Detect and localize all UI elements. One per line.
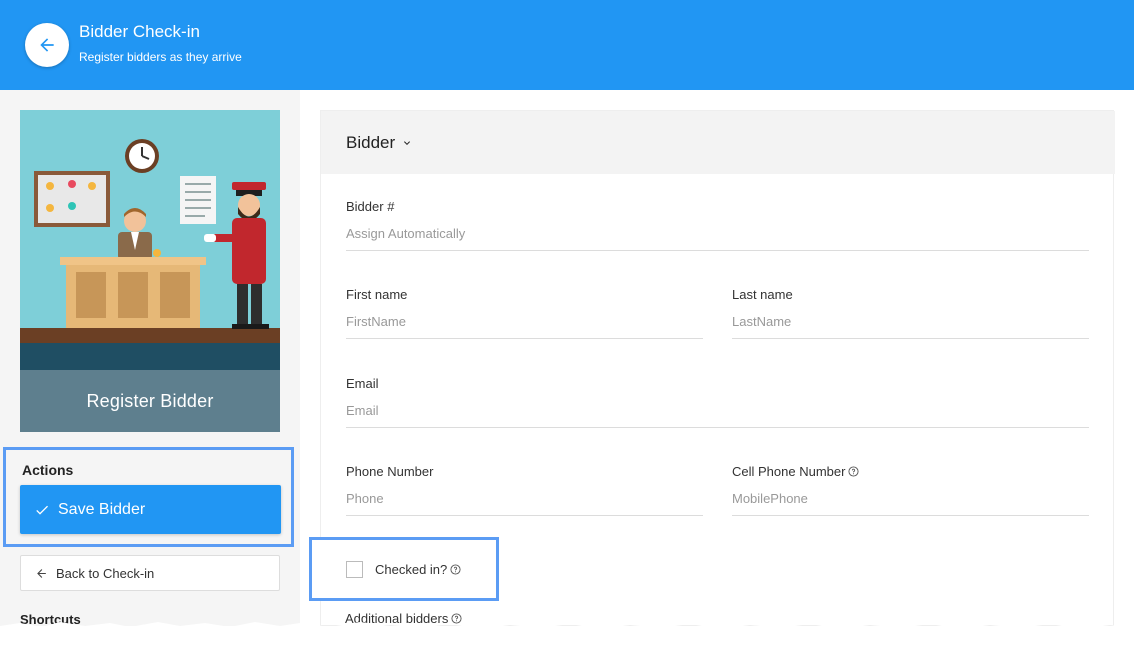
bidder-number-label: Bidder # — [346, 199, 395, 214]
first-name-label: First name — [346, 287, 408, 302]
email-label: Email — [346, 376, 379, 391]
torn-edge-decoration — [0, 622, 1134, 654]
first-name-input[interactable] — [346, 314, 703, 339]
bidder-section-header: Bidder — [321, 111, 1115, 174]
arrow-left-icon — [37, 568, 46, 578]
save-bidder-label: Save Bidder — [58, 500, 146, 518]
save-bidder-button[interactable]: Save Bidder — [20, 485, 281, 534]
actions-panel: Actions Save Bidder — [3, 447, 294, 547]
first-name-field: First name — [346, 287, 703, 339]
email-input[interactable] — [346, 403, 1089, 428]
phone-input[interactable] — [346, 491, 703, 516]
check-icon — [36, 505, 48, 515]
cell-phone-label: Cell Phone Number — [732, 464, 1089, 479]
phone-field: Phone Number — [346, 464, 703, 516]
help-icon[interactable] — [848, 466, 859, 477]
last-name-input[interactable] — [732, 314, 1089, 339]
bidder-section-toggle[interactable]: Bidder — [346, 133, 413, 153]
actions-title: Actions — [22, 462, 74, 478]
back-to-checkin-label: Back to Check-in — [56, 565, 155, 581]
last-name-label: Last name — [732, 287, 793, 302]
bidder-number-input[interactable] — [346, 226, 1089, 251]
arrow-left-icon — [40, 38, 54, 52]
bidder-section-title: Bidder — [346, 133, 396, 152]
app-header: Bidder Check-in Register bidders as they… — [0, 0, 1134, 90]
back-button[interactable] — [25, 23, 69, 67]
checked-in-checkbox[interactable] — [346, 561, 363, 578]
last-name-field: Last name — [732, 287, 1089, 339]
bidder-number-field: Bidder # — [346, 199, 1089, 251]
register-bidder-label: Register Bidder — [20, 370, 280, 432]
cell-phone-input[interactable] — [732, 491, 1089, 516]
cell-phone-field: Cell Phone Number — [732, 464, 1089, 516]
page-subtitle: Register bidders as they arrive — [79, 50, 242, 64]
register-bidder-card[interactable]: Register Bidder — [20, 110, 280, 432]
hotel-reception-illustration — [20, 110, 280, 370]
chevron-down-icon — [404, 141, 411, 145]
checked-in-label: Checked in? — [375, 562, 461, 577]
phone-label: Phone Number — [346, 464, 434, 479]
help-icon[interactable] — [450, 564, 461, 575]
email-field: Email — [346, 376, 1089, 428]
page-title: Bidder Check-in — [79, 22, 200, 41]
back-to-checkin-button[interactable]: Back to Check-in — [20, 555, 280, 591]
checked-in-panel: Checked in? — [309, 537, 499, 601]
